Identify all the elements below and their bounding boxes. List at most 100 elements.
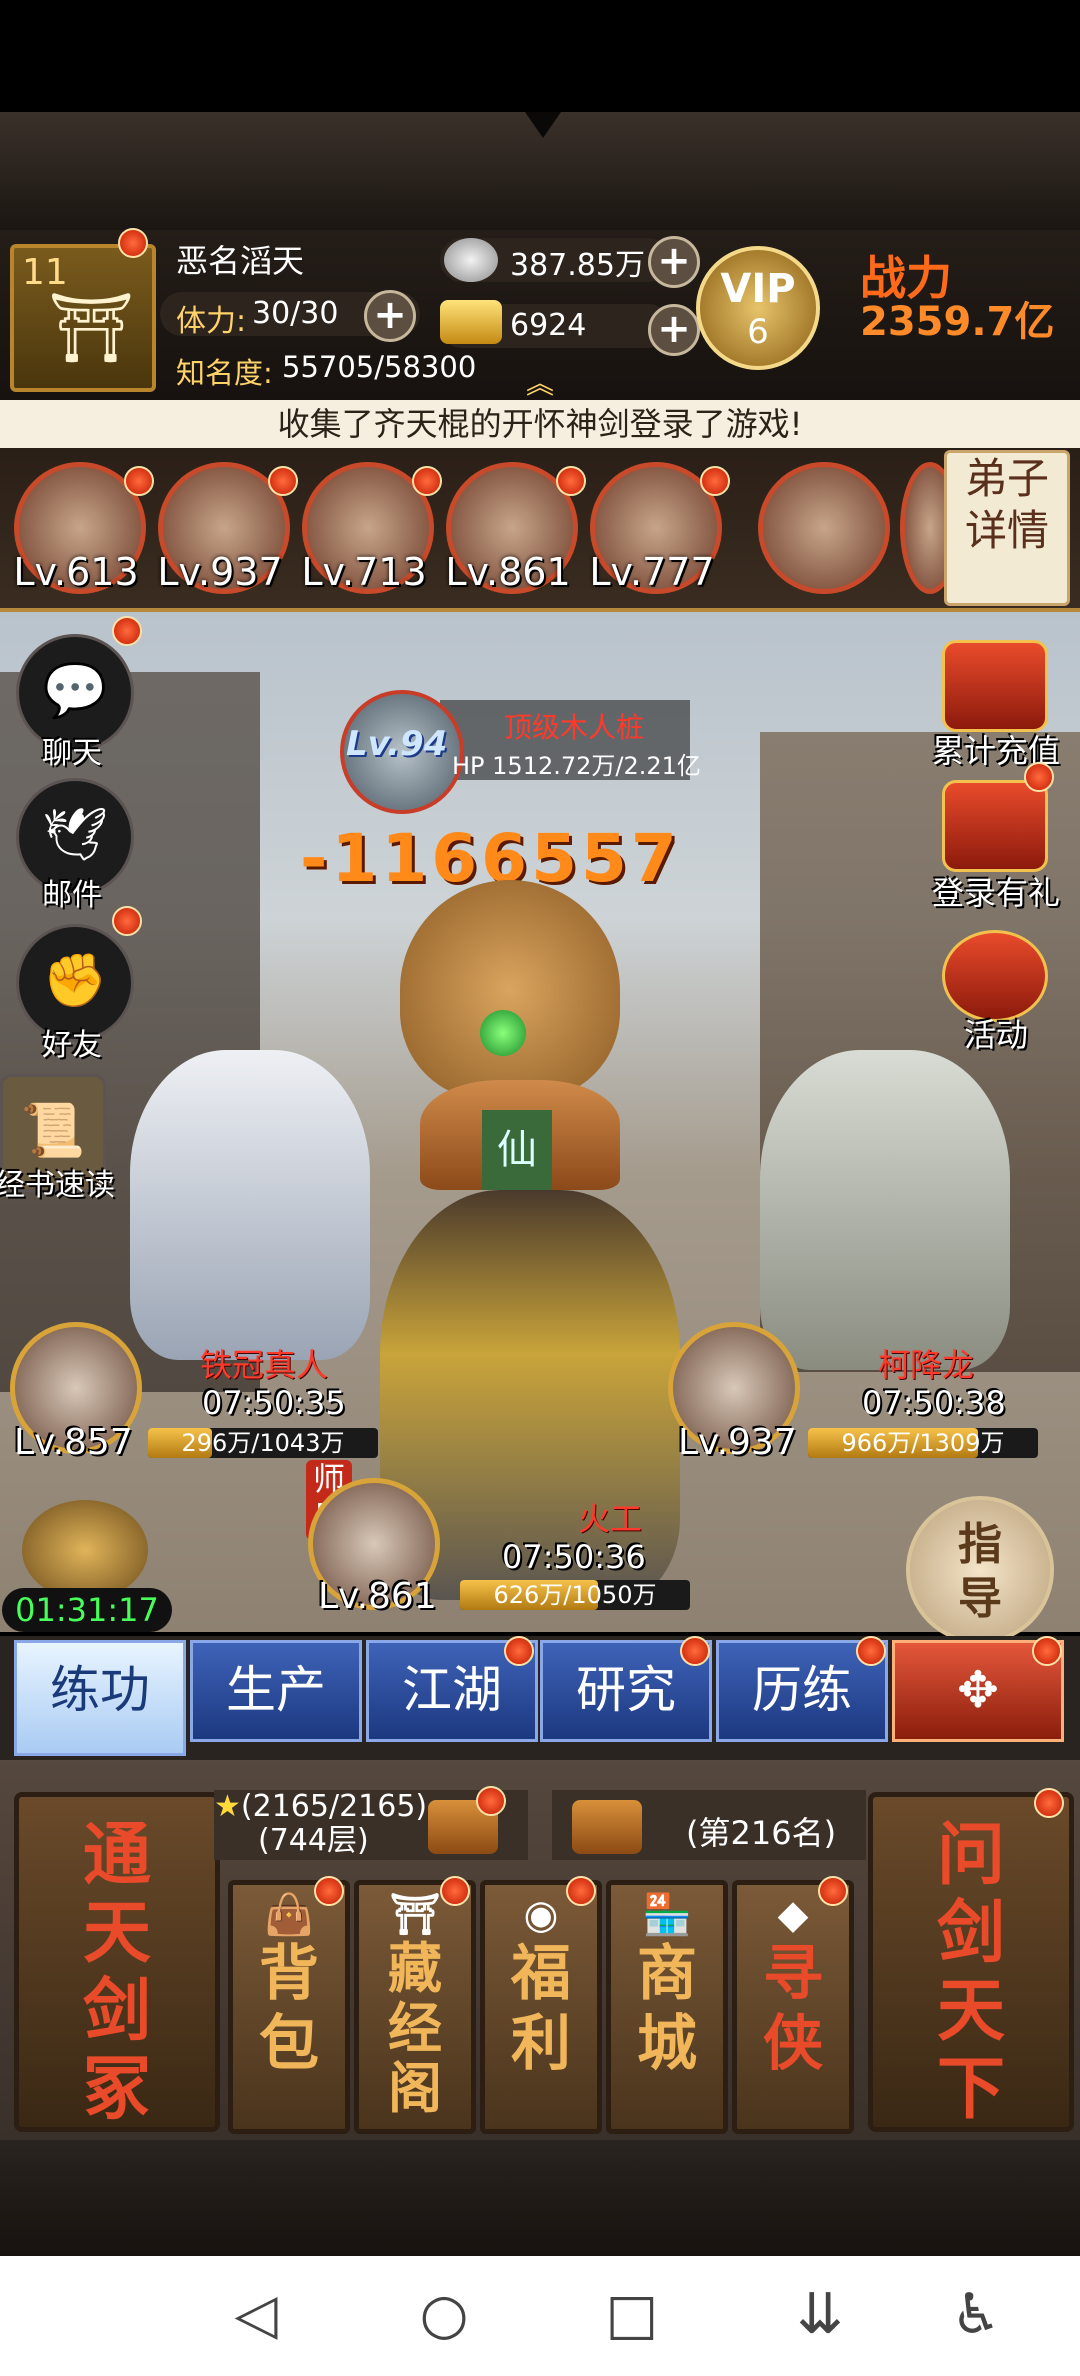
fighter-timer: 07:50:36 [502, 1538, 646, 1576]
disciple-detail-button[interactable]: 弟子详情 [944, 450, 1070, 606]
notification-dot [412, 466, 442, 496]
announcement-banner: 收集了齐天棍的开怀神剑登录了游戏! [0, 400, 1080, 448]
library-label: 藏经阁 [388, 1937, 442, 2120]
notification-dot [440, 1876, 470, 1906]
shop-button[interactable]: 🏪 商城 [606, 1880, 728, 2134]
recents-icon[interactable]: □ [592, 2280, 672, 2350]
notification-dot [1024, 762, 1054, 792]
disciple-avatar[interactable] [758, 462, 890, 594]
login-gift-button[interactable] [940, 780, 1050, 880]
notification-dot [476, 1786, 506, 1816]
notification-dot [818, 1876, 848, 1906]
power-value: 2359.7亿 [860, 299, 1055, 345]
pagoda-icon: ⛩ [48, 289, 135, 368]
tower-floor: (744层) [258, 1823, 369, 1858]
player-level-badge[interactable]: 11 ⛩ [10, 244, 156, 392]
event-label: 活动 [963, 1016, 1028, 1054]
arena-rank: (第216名) [686, 1814, 837, 1852]
sword-tomb-label: 通天剑冢 [82, 1816, 151, 2129]
player-level: 11 [22, 252, 68, 293]
boss-level: Lv.94 [346, 724, 448, 764]
add-stamina-button[interactable]: + [364, 290, 416, 342]
tower-progress: ★(2165/2165) (744层) [214, 1790, 427, 1858]
fighter-hp-text: 626万/1050万 [493, 1581, 657, 1609]
ally-character-left [130, 1050, 370, 1360]
disciple-level: Lv.861 [445, 550, 571, 594]
seek-hero-label: 寻侠 [763, 1939, 823, 2079]
welfare-button[interactable]: ◉ 福利 [480, 1880, 602, 2134]
notification-dot [112, 616, 142, 646]
star-icon: ★ [214, 1789, 241, 1824]
gold-ingot-icon [440, 300, 502, 344]
guide-label: 指导 [958, 1519, 1002, 1624]
expand-chevron-icon[interactable]: ︽ [526, 362, 554, 402]
treasure-icon [942, 640, 1048, 732]
notification-dot [700, 466, 730, 496]
vip-label: VIP [720, 266, 796, 312]
bottom-decoration [0, 2140, 1080, 2256]
guide-button[interactable]: 指导 [906, 1496, 1054, 1644]
notification-dot [1034, 1788, 1064, 1818]
lantern-icon [942, 930, 1048, 1022]
scripture-label: 经书速读 [0, 1168, 115, 1203]
status-bar [0, 0, 1080, 112]
accessibility-icon[interactable]: ♿ [936, 2280, 1016, 2350]
sword-world-button[interactable]: 问剑天下 [868, 1792, 1074, 2132]
fighter-hp-text: 966万/1309万 [841, 1429, 1005, 1457]
fighter-timer: 07:50:38 [862, 1384, 1006, 1422]
gift-box-icon[interactable] [572, 1800, 642, 1854]
add-gold-button[interactable]: + [648, 304, 700, 356]
bag-label: 背包 [259, 1939, 319, 2079]
tab-practice[interactable]: 练功 [14, 1640, 186, 1756]
stamina-label: 体力: [176, 304, 247, 339]
bag-button[interactable]: 👜 背包 [228, 1880, 350, 2134]
tab-production[interactable]: 生产 [190, 1640, 362, 1742]
star-progress: (2165/2165) [240, 1789, 428, 1824]
notification-dot [124, 466, 154, 496]
fame-value: 55705/58300 [282, 350, 477, 384]
fighter-level: Lv.857 [14, 1422, 133, 1463]
notification-dot [268, 466, 298, 496]
notification-dot [504, 1636, 534, 1666]
add-silver-button[interactable]: + [648, 236, 700, 288]
fame-label: 知名度: [176, 356, 273, 390]
home-icon[interactable]: ○ [404, 2280, 484, 2350]
idle-chest-button[interactable] [22, 1500, 148, 1600]
notification-dot [856, 1636, 886, 1666]
player-name: 恶名滔天 [176, 242, 305, 280]
sword-tomb-button[interactable]: 通天剑冢 [14, 1792, 220, 2132]
power-label: 战力 [860, 251, 952, 305]
library-button[interactable]: ⛩ 藏经阁 [354, 1880, 476, 2134]
sword-world-label: 问剑天下 [936, 1816, 1005, 2129]
system-nav-bar [0, 2256, 1080, 2376]
fighter-hp-bar: 296万/1043万 [148, 1428, 378, 1458]
chest-timer: 01:31:17 [2, 1588, 172, 1632]
recharge-label: 累计充值 [931, 732, 1060, 770]
login-gift-label: 登录有礼 [931, 874, 1060, 912]
fighter-level: Lv.937 [678, 1422, 797, 1463]
golden-toad-statue [400, 880, 620, 1100]
fighter-hp-bar: 966万/1309万 [808, 1428, 1038, 1458]
vip-badge[interactable]: VIP 6 [696, 246, 820, 370]
seek-hero-button[interactable]: ◆ 寻侠 [732, 1880, 854, 2134]
disciple-level: Lv.777 [589, 550, 715, 594]
fighter-hp-text: 296万/1043万 [181, 1429, 345, 1457]
notification-dot [118, 228, 148, 258]
notification-dot [680, 1636, 710, 1666]
notification-pull-icon[interactable]: ⇊ [780, 2280, 860, 2350]
notification-dot [112, 906, 142, 936]
notification-dot [314, 1876, 344, 1906]
notification-dot [556, 466, 586, 496]
vip-level: 6 [747, 312, 769, 352]
silver-ingot-icon [444, 238, 498, 282]
friends-label: 好友 [42, 1028, 102, 1063]
combat-power[interactable]: 战力 2359.7亿 [860, 251, 1055, 345]
recharge-button[interactable] [940, 640, 1050, 740]
silver-value: 387.85万 [510, 248, 645, 283]
fist-icon: ✊ [42, 951, 108, 1011]
shop-label: 商城 [637, 1939, 697, 2079]
pedestal-sign: 仙 [482, 1110, 552, 1190]
back-icon[interactable]: ◁ [216, 2280, 296, 2350]
fighter-name: 柯降龙 [878, 1346, 975, 1384]
notification-dot [1032, 1636, 1062, 1666]
